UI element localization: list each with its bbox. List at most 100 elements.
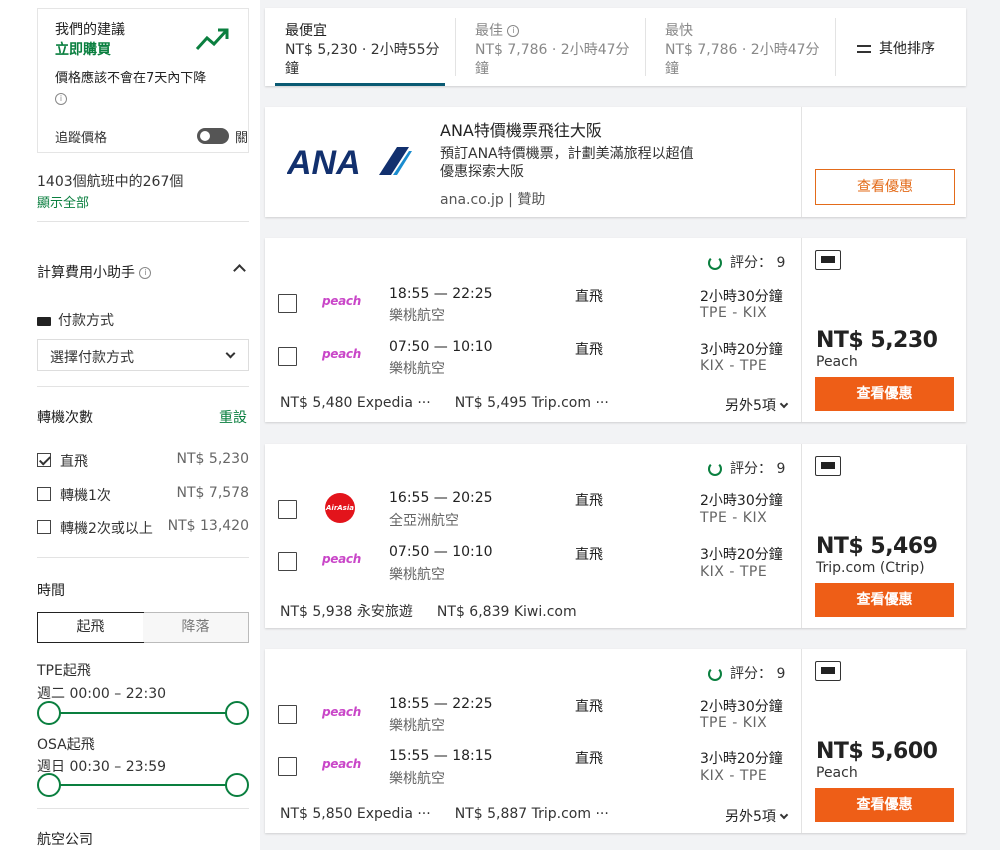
score-badge: 評分： 9 bbox=[708, 663, 785, 683]
leg-airline: 樂桃航空 bbox=[389, 567, 445, 583]
ana-logo: ANA bbox=[287, 145, 412, 177]
alt-price-link[interactable]: NT$ 5,887 Trip.com ··· bbox=[455, 806, 609, 822]
alt-prices: NT$ 5,850 Expedia ··· NT$ 5,887 Trip.com … bbox=[280, 806, 633, 822]
payment-method-select[interactable]: 選擇付款方式 bbox=[37, 339, 249, 371]
chevron-down-icon bbox=[779, 810, 789, 820]
alt-price-link[interactable]: NT$ 5,850 Expedia ··· bbox=[280, 806, 431, 822]
leg-checkbox[interactable] bbox=[278, 705, 297, 724]
ad-source: ana.co.jp | 贊助 bbox=[440, 192, 546, 208]
chevron-up-icon[interactable] bbox=[233, 264, 246, 277]
leg-checkbox[interactable] bbox=[278, 294, 297, 313]
peach-logo: peach bbox=[322, 705, 361, 719]
advice-description: 價格應該不會在7天內下降 i bbox=[55, 71, 207, 105]
ad-title[interactable]: ANA特價機票飛往大阪 bbox=[440, 117, 602, 141]
leg-route: TPE - KIX bbox=[700, 305, 768, 321]
tab-arrival[interactable]: 降落 bbox=[143, 613, 248, 642]
peach-logo: peach bbox=[322, 552, 361, 566]
checkbox[interactable] bbox=[37, 487, 51, 501]
checkbox[interactable] bbox=[37, 453, 51, 467]
fee-helper-header[interactable]: 計算費用小助手 i bbox=[37, 262, 152, 282]
leg-checkbox[interactable] bbox=[278, 500, 297, 519]
leg-stops: 直飛 bbox=[575, 342, 603, 358]
view-deal-button[interactable]: 查看優惠 bbox=[815, 788, 954, 822]
leg-duration: 3小時20分鐘 bbox=[700, 547, 783, 563]
leg-airline: 樂桃航空 bbox=[389, 361, 445, 377]
leg-stops: 直飛 bbox=[575, 547, 603, 563]
leg-time: 16:55 — 20:25 bbox=[389, 490, 493, 506]
chevron-down-icon bbox=[779, 399, 789, 409]
price-advice-card: 我們的建議 立即購買 價格應該不會在7天內下降 i 追蹤價格 關 bbox=[37, 8, 249, 153]
alt-prices: NT$ 5,938 永安旅遊 NT$ 6,839 Kiwi.com bbox=[280, 601, 601, 621]
airlines-title: 航空公司 bbox=[37, 832, 93, 848]
sponsored-ad: ANA ANA特價機票飛往大阪 預訂ANA特價機票，計劃美滿旅程以超值優惠探索大… bbox=[265, 107, 966, 217]
tpe-depart-title: TPE起飛 bbox=[37, 663, 91, 679]
result-card: 評分： 9 peach 18:55 — 22:25 樂桃航空 直飛 2小時30分… bbox=[265, 649, 966, 833]
view-deal-button[interactable]: 查看優惠 bbox=[815, 377, 954, 411]
leg-checkbox[interactable] bbox=[278, 757, 297, 776]
sort-cheapest[interactable]: 最便宜 NT$ 5,230 · 2小時55分鐘 bbox=[265, 8, 455, 86]
baggage-icon[interactable] bbox=[815, 661, 841, 681]
alt-prices: NT$ 5,480 Expedia ··· NT$ 5,495 Trip.com … bbox=[280, 395, 633, 411]
divider bbox=[37, 557, 249, 558]
toggle-state-label: 關 bbox=[235, 131, 249, 146]
leg-duration: 3小時20分鐘 bbox=[700, 342, 783, 358]
score-badge: 評分： 9 bbox=[708, 252, 785, 272]
stops-reset-link[interactable]: 重設 bbox=[219, 407, 247, 427]
price: NT$ 5,469 bbox=[816, 534, 938, 559]
vendor-name: Peach bbox=[816, 354, 858, 370]
stops-title: 轉機次數 bbox=[37, 410, 93, 426]
chevron-down-icon bbox=[225, 348, 236, 359]
leg-airline: 全亞洲航空 bbox=[389, 513, 459, 529]
leg-time: 15:55 — 18:15 bbox=[389, 748, 493, 764]
alt-price-link[interactable]: NT$ 5,495 Trip.com ··· bbox=[455, 395, 609, 411]
track-price-toggle[interactable] bbox=[197, 128, 229, 144]
sort-bar: 最便宜 NT$ 5,230 · 2小時55分鐘 最佳 i NT$ 7,786 ·… bbox=[265, 8, 966, 86]
price: NT$ 5,230 bbox=[816, 328, 938, 353]
result-card: 評分： 9 peach 18:55 — 22:25 樂桃航空 直飛 2小時30分… bbox=[265, 238, 966, 422]
baggage-icon[interactable] bbox=[815, 250, 841, 270]
leg-checkbox[interactable] bbox=[278, 552, 297, 571]
baggage-icon[interactable] bbox=[815, 456, 841, 476]
leg-stops: 直飛 bbox=[575, 289, 603, 305]
tpe-depart-range: 週二 00:00 – 22:30 bbox=[37, 686, 167, 702]
ad-description: 預訂ANA特價機票，計劃美滿旅程以超值優惠探索大阪 bbox=[440, 146, 694, 180]
slider-handle-end[interactable] bbox=[225, 773, 249, 797]
more-options-link[interactable]: 另外5項 bbox=[725, 806, 789, 826]
airasia-logo: AirAsia bbox=[325, 493, 355, 523]
leg-duration: 3小時20分鐘 bbox=[700, 751, 783, 767]
sort-best[interactable]: 最佳 i NT$ 7,786 · 2小時47分鐘 bbox=[455, 8, 645, 86]
checkbox[interactable] bbox=[37, 520, 51, 534]
alt-price-link[interactable]: NT$ 6,839 Kiwi.com bbox=[437, 604, 577, 620]
leg-duration: 2小時30分鐘 bbox=[700, 699, 783, 715]
tab-departure[interactable]: 起飛 bbox=[37, 612, 144, 643]
sort-fastest[interactable]: 最快 NT$ 7,786 · 2小時47分鐘 bbox=[645, 8, 835, 86]
score-ring-icon bbox=[708, 667, 722, 681]
more-options-link[interactable]: 另外5項 bbox=[725, 395, 789, 415]
slider-handle-end[interactable] bbox=[225, 701, 249, 725]
ad-view-deal-button[interactable]: 查看優惠 bbox=[815, 169, 955, 205]
score-ring-icon bbox=[708, 256, 722, 270]
alt-price-link[interactable]: NT$ 5,480 Expedia ··· bbox=[280, 395, 431, 411]
osa-time-slider[interactable] bbox=[37, 773, 249, 797]
leg-stops: 直飛 bbox=[575, 751, 603, 767]
score-ring-icon bbox=[708, 462, 722, 476]
sort-icon bbox=[857, 45, 871, 53]
info-icon[interactable]: i bbox=[507, 25, 520, 37]
trend-up-icon bbox=[195, 28, 229, 51]
result-count: 1403個航班中的267個 顯示全部 bbox=[37, 174, 184, 211]
view-deal-button[interactable]: 查看優惠 bbox=[815, 583, 954, 617]
slider-handle-start[interactable] bbox=[37, 773, 61, 797]
alt-price-link[interactable]: NT$ 5,938 永安旅遊 bbox=[280, 604, 413, 620]
leg-route: KIX - TPE bbox=[700, 768, 768, 784]
vendor-name: Peach bbox=[816, 765, 858, 781]
leg-time: 07:50 — 10:10 bbox=[389, 339, 493, 355]
slider-handle-start[interactable] bbox=[37, 701, 61, 725]
show-all-link[interactable]: 顯示全部 bbox=[37, 192, 183, 211]
leg-checkbox[interactable] bbox=[278, 347, 297, 366]
osa-depart-title: OSA起飛 bbox=[37, 737, 95, 753]
info-icon[interactable]: i bbox=[139, 267, 152, 279]
advice-action: 立即購買 bbox=[55, 42, 111, 58]
other-sort-button[interactable]: 其他排序 bbox=[857, 38, 935, 58]
tpe-time-slider[interactable] bbox=[37, 701, 249, 725]
info-icon[interactable]: i bbox=[55, 92, 67, 105]
